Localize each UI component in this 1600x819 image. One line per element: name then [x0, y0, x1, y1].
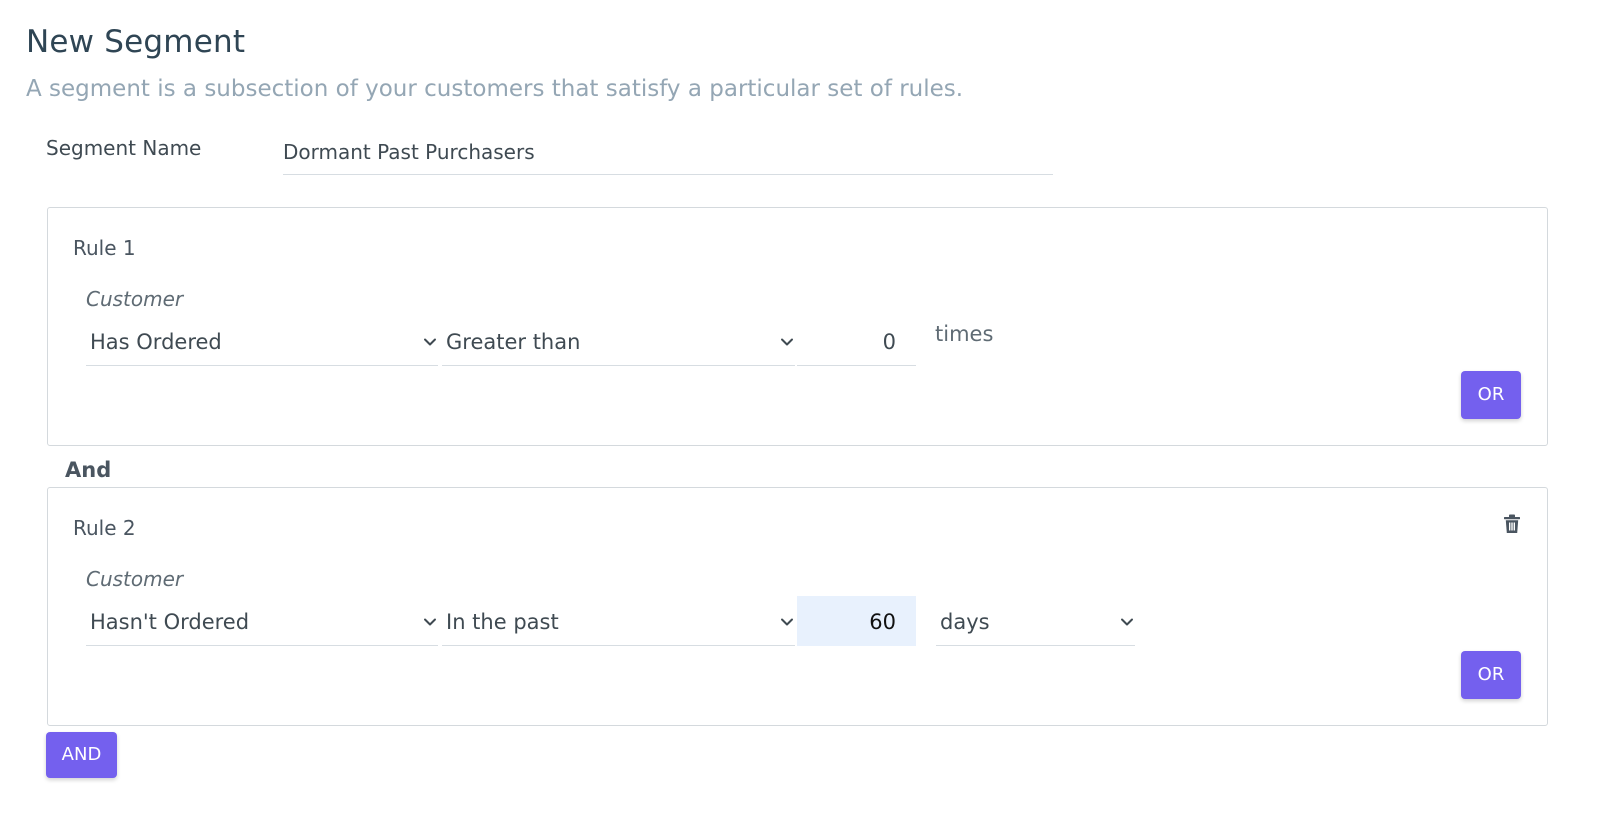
trash-icon[interactable] — [1503, 514, 1521, 534]
rule-card-2: Rule 2 Customer Hasn't Ordered In the pa… — [47, 487, 1548, 726]
condition-select-value: Has Ordered — [90, 330, 222, 354]
rule-field-label: Customer — [86, 567, 184, 591]
rule-card-1: Rule 1 Customer Has Ordered Greater than… — [47, 207, 1548, 446]
rule-field-label: Customer — [86, 287, 184, 311]
segment-name-label: Segment Name — [46, 136, 202, 160]
page-subtitle: A segment is a subsection of your custom… — [26, 76, 964, 102]
chevron-down-icon — [1121, 618, 1133, 626]
segment-editor-page: New Segment A segment is a subsection of… — [0, 0, 1600, 819]
rule-title: Rule 2 — [73, 516, 136, 540]
and-separator-label: And — [65, 458, 112, 482]
operator-select[interactable]: Greater than — [442, 318, 795, 366]
or-button[interactable]: OR — [1461, 651, 1521, 699]
chevron-down-icon — [781, 338, 793, 346]
operator-select-value: In the past — [446, 610, 559, 634]
rule-title: Rule 1 — [73, 236, 136, 260]
operator-select-value: Greater than — [446, 330, 581, 354]
chevron-down-icon — [781, 618, 793, 626]
chevron-down-icon — [424, 338, 436, 346]
operator-select[interactable]: In the past — [442, 598, 795, 646]
unit-label: times — [935, 322, 994, 346]
count-input[interactable]: 0 — [797, 316, 916, 366]
unit-select[interactable]: days — [936, 598, 1135, 646]
chevron-down-icon — [424, 618, 436, 626]
unit-select-value: days — [940, 610, 990, 634]
condition-select[interactable]: Hasn't Ordered — [86, 598, 438, 646]
condition-select[interactable]: Has Ordered — [86, 318, 438, 366]
page-title: New Segment — [26, 24, 246, 60]
or-button[interactable]: OR — [1461, 371, 1521, 419]
condition-select-value: Hasn't Ordered — [90, 610, 250, 634]
add-and-rule-button[interactable]: AND — [46, 732, 117, 778]
days-count-input-value: 60 — [869, 610, 896, 634]
days-count-input[interactable]: 60 — [797, 596, 916, 646]
count-input-value: 0 — [882, 330, 896, 354]
segment-name-input[interactable] — [283, 130, 1053, 175]
